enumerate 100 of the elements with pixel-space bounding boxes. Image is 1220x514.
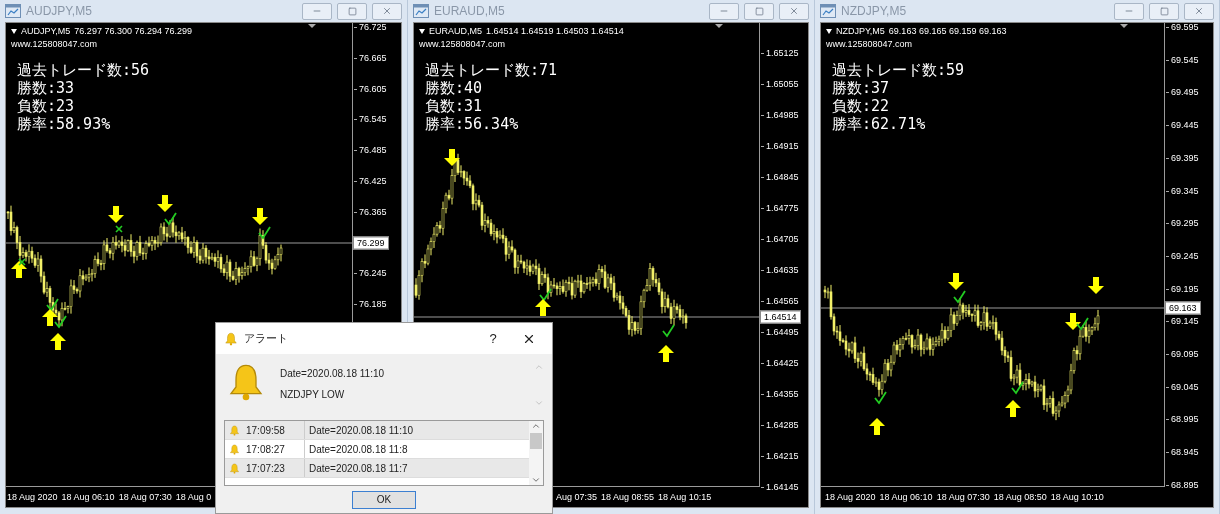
price-tick-label: 1.65055 xyxy=(760,78,799,90)
maximize-button[interactable] xyxy=(1149,2,1179,20)
up-arrow-icon xyxy=(869,418,885,435)
ok-button[interactable]: OK xyxy=(352,490,416,509)
price-tick-label: 76.425 xyxy=(353,175,387,187)
down-arrow-icon xyxy=(948,273,964,290)
alert-row[interactable]: 17:09:58 Date=2020.08.18 11:10 xyxy=(225,421,529,440)
cross-icon xyxy=(115,225,123,233)
window-title: AUDJPY,M5 xyxy=(26,4,93,18)
price-tick-label: 76.485 xyxy=(353,144,387,157)
price-tick-label: 69.095 xyxy=(1165,348,1199,360)
help-button[interactable]: ? xyxy=(478,331,508,346)
price-tick-label: 1.64285 xyxy=(760,419,799,431)
dropdown-triangle-icon xyxy=(419,29,425,34)
time-label: 18 Aug 10:10 xyxy=(1050,492,1104,502)
chart-window-icon xyxy=(5,4,21,18)
price-tick-label: 69.395 xyxy=(1165,151,1199,164)
symbol-label: AUDJPY,M5 xyxy=(21,25,71,38)
time-label: 18 Aug 06:10 xyxy=(879,492,933,502)
time-label: 18 Aug 08:50 xyxy=(993,492,1047,502)
check-icon xyxy=(164,212,177,226)
chart-window-icon xyxy=(413,4,429,18)
price-tick-label: 69.045 xyxy=(1165,380,1199,393)
current-price-label: 69.163 xyxy=(1165,301,1201,315)
time-label: 18 Aug 2020 xyxy=(825,492,876,502)
price-tick-label: 1.64705 xyxy=(760,233,799,245)
down-arrow-icon xyxy=(1088,277,1104,294)
scroll-down-icon[interactable] xyxy=(531,475,541,485)
price-tick-label: 68.945 xyxy=(1165,446,1199,459)
price-tick-label: 69.295 xyxy=(1165,217,1199,230)
price-tick-label: 69.445 xyxy=(1165,119,1199,132)
maximize-icon xyxy=(347,6,357,16)
alert-row[interactable]: 17:07:23 Date=2020.08.18 11:7 xyxy=(225,459,529,478)
alert-text: Date=2020.08.18 11:8 xyxy=(308,443,408,455)
shift-marker-icon xyxy=(1120,24,1128,28)
scroll-down-icon[interactable] xyxy=(534,398,544,408)
maximize-button[interactable] xyxy=(337,2,367,20)
stat-line: 勝率:58.93% xyxy=(17,115,112,133)
alert-text: Date=2020.08.18 11:10 xyxy=(308,424,414,436)
price-tick-label: 1.65125 xyxy=(760,47,799,59)
stat-line: 過去トレード数:71 xyxy=(425,61,558,79)
price-tick-label: 76.665 xyxy=(353,51,387,64)
stat-line: 過去トレード数:59 xyxy=(832,61,965,79)
price-tick-label: 69.195 xyxy=(1165,282,1199,295)
price-tick-label: 76.185 xyxy=(353,298,387,311)
time-label: Aug 07:35 xyxy=(556,492,598,502)
price-tick-label: 1.64635 xyxy=(760,264,799,276)
price-tick-label: 76.365 xyxy=(353,205,387,218)
price-tick-label: 1.64985 xyxy=(760,109,799,121)
time-label: 18 Aug 0 xyxy=(175,492,212,502)
alert-row[interactable]: 17:08:27 Date=2020.08.18 11:8 xyxy=(225,440,529,459)
check-icon xyxy=(258,226,271,240)
symbol-label: EURAUD,M5 xyxy=(429,25,482,38)
down-arrow-icon xyxy=(252,208,268,225)
time-label: 18 Aug 06:10 xyxy=(61,492,115,502)
up-arrow-icon xyxy=(658,345,674,362)
price-tick-label: 1.64355 xyxy=(760,388,799,400)
symbol-label: NZDJPY,M5 xyxy=(836,25,885,38)
up-arrow-icon xyxy=(11,261,27,278)
dropdown-triangle-icon xyxy=(11,29,17,34)
chart-window-icon xyxy=(820,4,836,18)
alert-time: 17:09:58 xyxy=(246,424,285,436)
price-tick-label: 68.995 xyxy=(1165,413,1199,426)
up-arrow-icon xyxy=(42,309,58,326)
check-icon xyxy=(662,324,675,338)
price-tick-label: 69.145 xyxy=(1165,315,1199,328)
stat-line: 勝数:37 xyxy=(832,79,891,97)
stat-line: 勝率:62.71% xyxy=(832,115,927,133)
check-icon xyxy=(1076,317,1089,331)
stat-line: 負数:22 xyxy=(832,97,891,115)
dropdown-triangle-icon xyxy=(826,29,832,34)
price-tick-label: 1.64775 xyxy=(760,202,799,214)
up-arrow-icon xyxy=(535,299,551,316)
maximize-button[interactable] xyxy=(744,2,774,20)
window-title: EURAUD,M5 xyxy=(434,4,506,18)
check-icon xyxy=(539,288,552,302)
scrollbar[interactable] xyxy=(529,421,543,485)
scroll-up-icon[interactable] xyxy=(534,362,544,372)
price-tick-label: 1.64495 xyxy=(760,326,799,338)
down-arrow-icon xyxy=(1065,313,1081,330)
minimize-button[interactable] xyxy=(1114,2,1144,20)
down-arrow-icon xyxy=(157,195,173,212)
time-label: 18 Aug 07:30 xyxy=(118,492,172,502)
stat-line: 勝数:40 xyxy=(425,79,484,97)
minimize-button[interactable] xyxy=(302,2,332,20)
check-icon xyxy=(874,391,887,405)
up-arrow-icon xyxy=(1005,400,1021,417)
close-icon xyxy=(382,6,392,16)
stat-line: 負数:23 xyxy=(17,97,76,115)
scroll-up-icon[interactable] xyxy=(531,421,541,431)
minimize-button[interactable] xyxy=(709,2,739,20)
close-icon xyxy=(1194,6,1204,16)
price-tick-label: 76.725 xyxy=(353,21,387,33)
bell-icon xyxy=(229,443,240,455)
time-label: 18 Aug 10:15 xyxy=(658,492,712,502)
stat-line: 勝数:33 xyxy=(17,79,76,97)
dialog-title: アラート xyxy=(244,331,289,346)
price-tick-label: 1.64845 xyxy=(760,171,799,183)
price-tick-label: 1.64425 xyxy=(760,357,799,369)
price-tick-label: 69.545 xyxy=(1165,53,1199,66)
